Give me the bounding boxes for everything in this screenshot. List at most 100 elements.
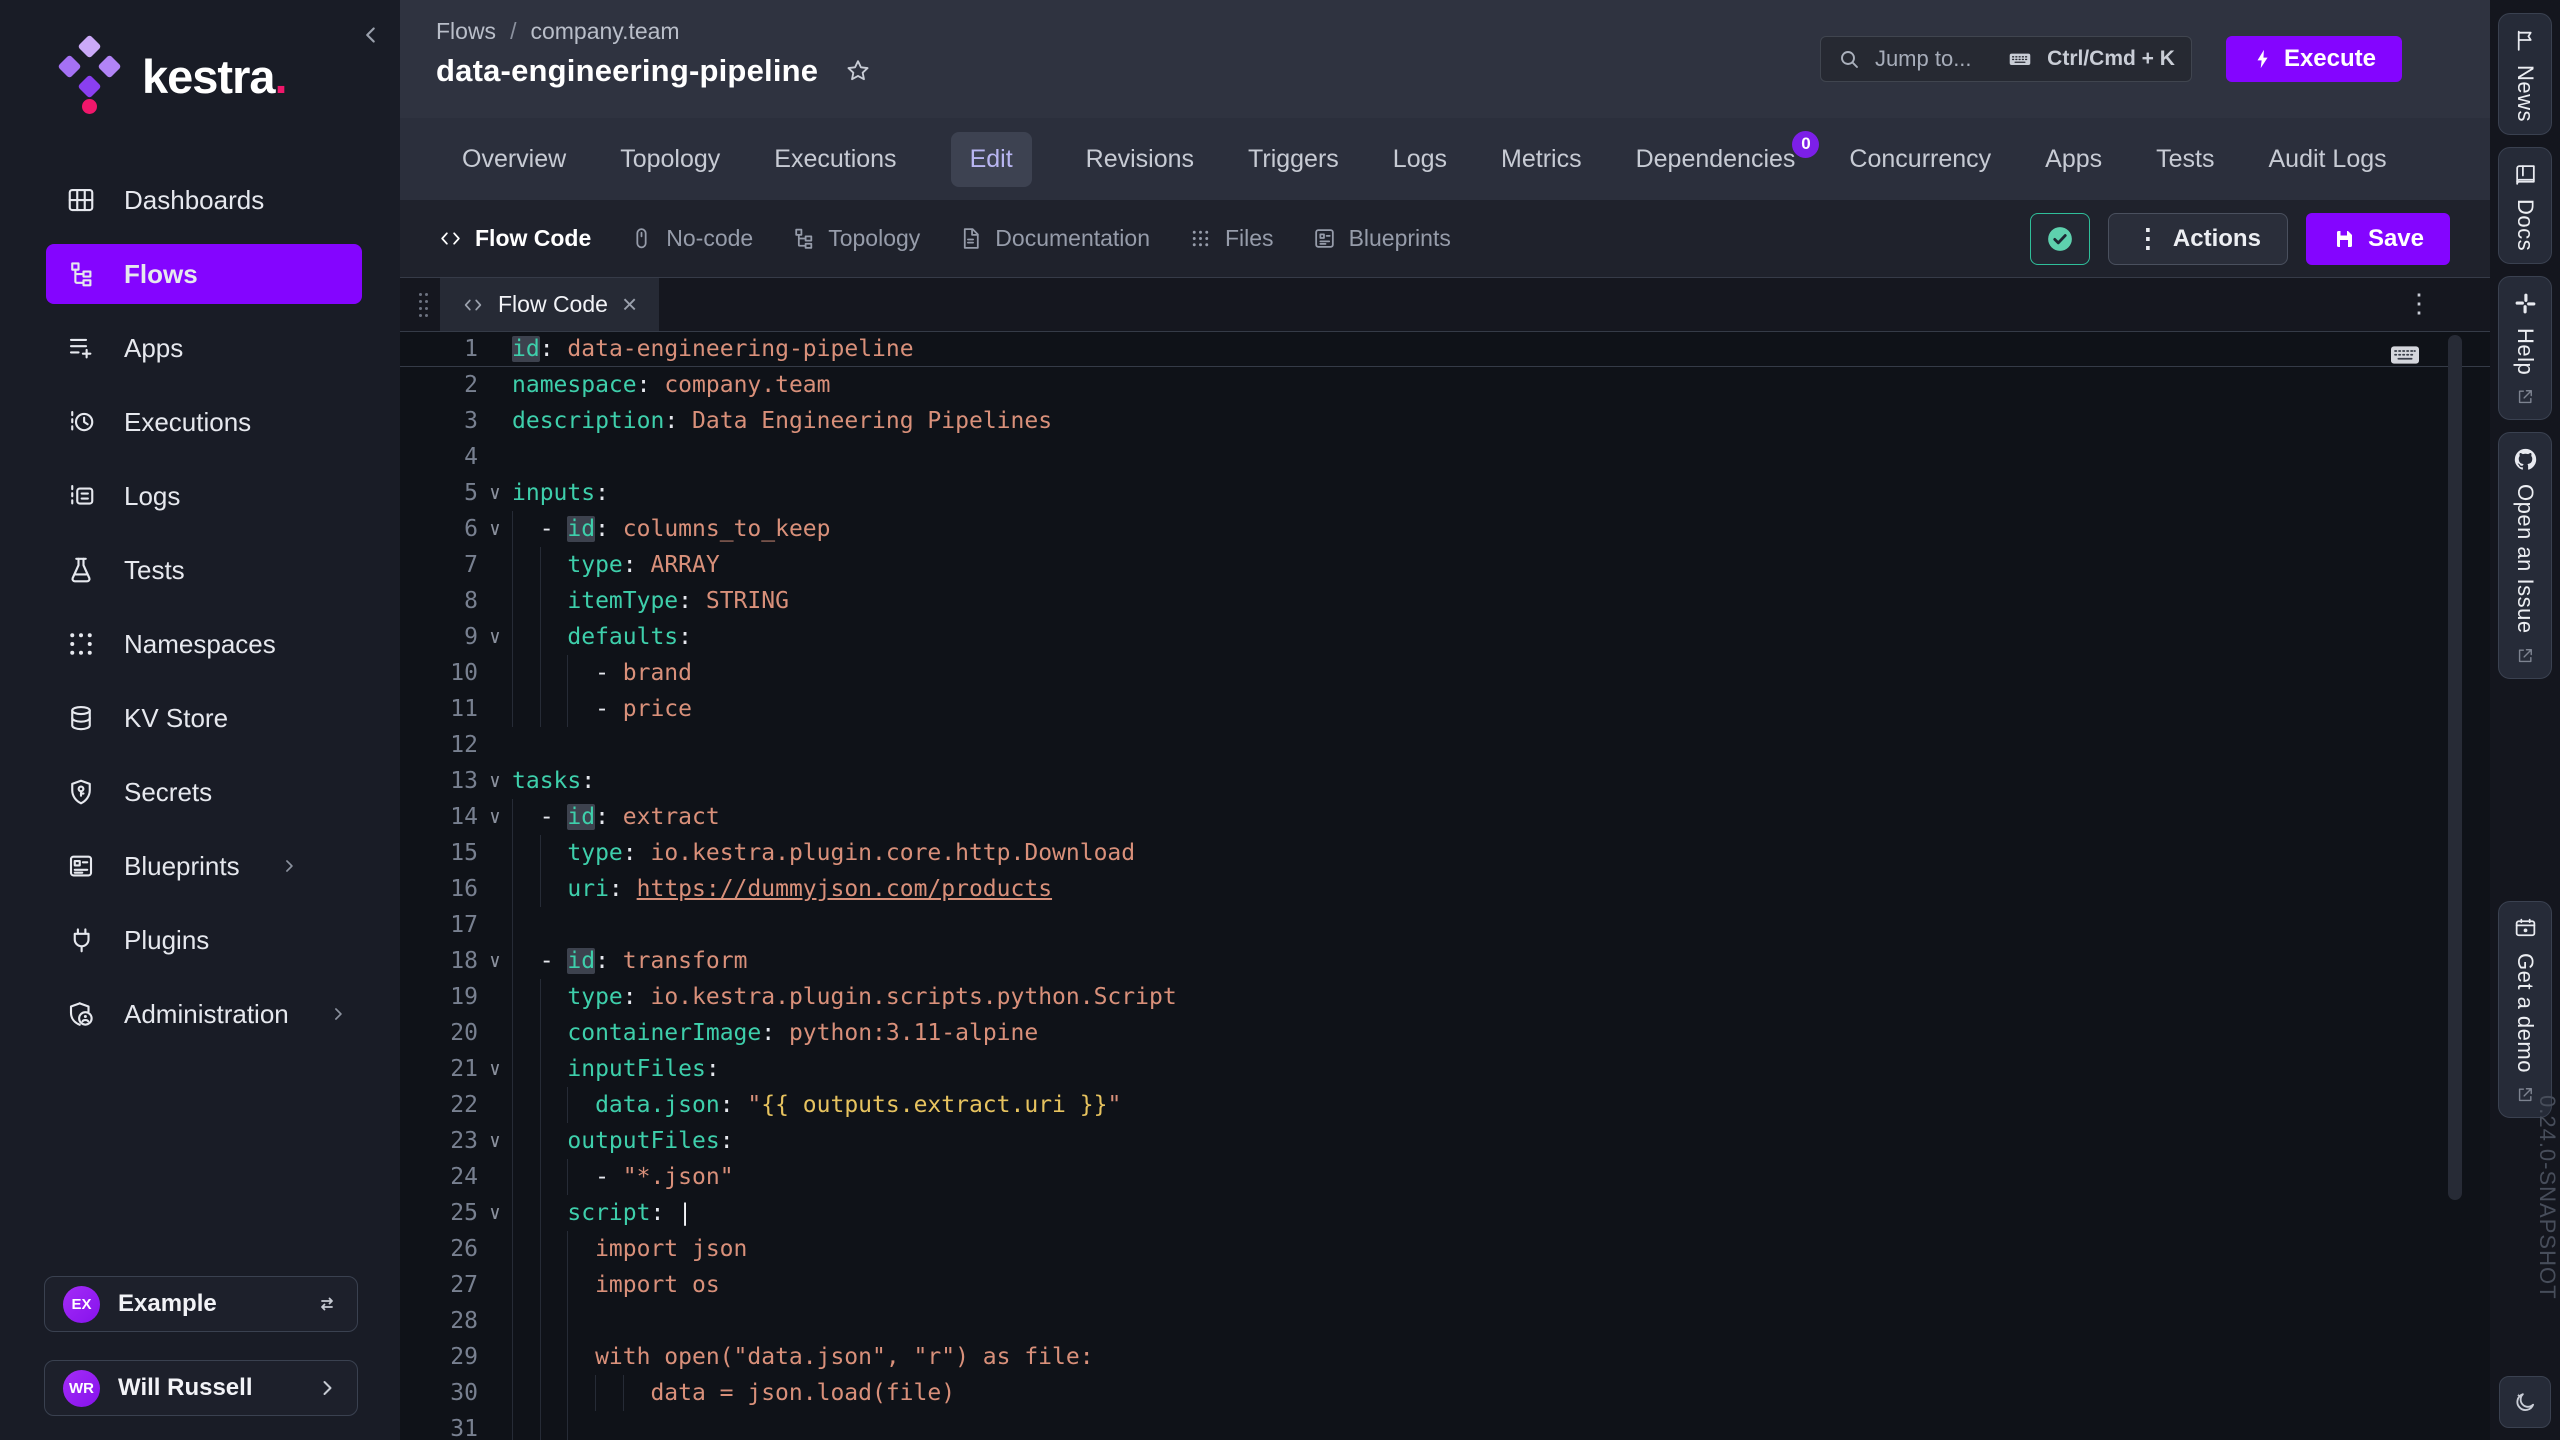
sidebar-collapse-icon[interactable] [358,22,384,48]
code-line-27[interactable]: 27import os [400,1267,2490,1303]
breadcrumb-flows[interactable]: Flows [436,18,496,45]
sidebar-item-flows[interactable]: Flows [46,244,362,304]
code-line-10[interactable]: 10- brand [400,655,2490,691]
jump-to-search[interactable]: Jump to... Ctrl/Cmd + K [1820,36,2192,82]
kestra-logo[interactable]: kestra. [60,38,287,114]
sidebar-item-kv-store[interactable]: KV Store [46,688,362,748]
code-line-30[interactable]: 30data = json.load(file) [400,1375,2490,1411]
tab-dependencies[interactable]: Dependencies0 [1636,145,1796,174]
sidebar-item-apps[interactable]: Apps [46,318,362,378]
editor-scrollbar[interactable] [2448,335,2462,1430]
code-line-7[interactable]: 7type: ARRAY [400,547,2490,583]
view-documentation[interactable]: Documentation [958,225,1150,252]
sidebar-item-executions[interactable]: Executions [46,392,362,452]
code-line-29[interactable]: 29with open("data.json", "r") as file: [400,1339,2490,1375]
fold-chevron-icon[interactable]: ∨ [478,475,512,511]
code-line-5[interactable]: 5∨inputs: [400,475,2490,511]
sidebar-item-secrets[interactable]: Secrets [46,762,362,822]
view-flow-code[interactable]: Flow Code [438,225,591,252]
tab-revisions[interactable]: Revisions [1086,145,1194,174]
rail-button-news[interactable]: News [2498,13,2552,135]
code-line-31[interactable]: 31 [400,1411,2490,1440]
editor-keyboard-overlay-icon[interactable] [2382,339,2428,371]
code-text: data = json.load(file) [512,1375,955,1411]
drag-handle[interactable] [400,278,440,331]
sidebar-item-blueprints[interactable]: Blueprints [46,836,362,896]
fold-chevron-icon[interactable]: ∨ [478,619,512,655]
rail-button-docs[interactable]: Docs [2498,147,2552,264]
editor-tab-flow-code[interactable]: Flow Code × [440,278,659,331]
code-line-1[interactable]: 1id: data-engineering-pipeline [400,331,2490,367]
tab-audit-logs[interactable]: Audit Logs [2269,145,2387,174]
code-line-15[interactable]: 15type: io.kestra.plugin.core.http.Downl… [400,835,2490,871]
sidebar-item-plugins[interactable]: Plugins [46,910,362,970]
fold-chevron-icon[interactable]: ∨ [478,1123,512,1159]
view-blueprints[interactable]: Blueprints [1312,225,1451,252]
code-line-25[interactable]: 25∨script: | [400,1195,2490,1231]
sidebar-item-tests[interactable]: Tests [46,540,362,600]
sidebar-item-namespaces[interactable]: Namespaces [46,614,362,674]
breadcrumb-namespace[interactable]: company.team [530,18,679,45]
apps-icon [66,333,96,363]
code-line-17[interactable]: 17 [400,907,2490,943]
code-line-16[interactable]: 16uri: https://dummyjson.com/products [400,871,2490,907]
fold-chevron-icon[interactable]: ∨ [478,1051,512,1087]
code-line-26[interactable]: 26import json [400,1231,2490,1267]
tab-overview[interactable]: Overview [462,145,566,174]
view-topology[interactable]: Topology [791,225,920,252]
tab-tests[interactable]: Tests [2156,145,2214,174]
code-line-23[interactable]: 23∨outputFiles: [400,1123,2490,1159]
fold-chevron-icon[interactable]: ∨ [478,511,512,547]
code-line-22[interactable]: 22data.json: "{{ outputs.extract.uri }}" [400,1087,2490,1123]
sidebar-item-administration[interactable]: Administration [46,984,362,1044]
code-text: - brand [512,655,692,691]
editor-options-kebab-icon[interactable]: ⋮ [2406,288,2432,319]
code-line-20[interactable]: 20containerImage: python:3.11-alpine [400,1015,2490,1051]
rail-button-help[interactable]: Help [2498,276,2552,420]
tab-edit[interactable]: Edit [951,132,1032,187]
fold-chevron-icon[interactable]: ∨ [478,943,512,979]
execute-button[interactable]: Execute [2226,36,2402,82]
rail-button-open-an-issue[interactable]: Open an Issue [2498,432,2552,679]
rail-button-get-a-demo[interactable]: Get a demo [2498,901,2552,1118]
view-files[interactable]: Files [1188,225,1274,252]
code-line-11[interactable]: 11- price [400,691,2490,727]
code-editor[interactable]: 1id: data-engineering-pipeline2namespace… [400,331,2490,1440]
code-line-3[interactable]: 3description: Data Engineering Pipelines [400,403,2490,439]
code-line-28[interactable]: 28 [400,1303,2490,1339]
tab-concurrency[interactable]: Concurrency [1849,145,1991,174]
tab-metrics[interactable]: Metrics [1501,145,1582,174]
tab-executions[interactable]: Executions [774,145,896,174]
code-line-2[interactable]: 2namespace: company.team [400,367,2490,403]
code-line-19[interactable]: 19type: io.kestra.plugin.scripts.python.… [400,979,2490,1015]
code-line-4[interactable]: 4 [400,439,2490,475]
code-line-13[interactable]: 13∨tasks: [400,763,2490,799]
code-line-24[interactable]: 24- "*.json" [400,1159,2490,1195]
fold-chevron-icon[interactable]: ∨ [478,1195,512,1231]
workspace-switcher[interactable]: EX Example [44,1276,358,1332]
fold-chevron-icon[interactable]: ∨ [478,799,512,835]
code-line-9[interactable]: 9∨defaults: [400,619,2490,655]
code-line-21[interactable]: 21∨inputFiles: [400,1051,2490,1087]
tab-apps[interactable]: Apps [2045,145,2102,174]
code-line-14[interactable]: 14∨- id: extract [400,799,2490,835]
scrollbar-thumb[interactable] [2448,335,2462,1200]
view-no-code[interactable]: No-code [629,225,753,252]
validation-status-button[interactable] [2030,213,2090,265]
close-tab-icon[interactable]: × [622,289,637,320]
sidebar-item-logs[interactable]: Logs [46,466,362,526]
code-line-18[interactable]: 18∨- id: transform [400,943,2490,979]
tab-logs[interactable]: Logs [1393,145,1447,174]
tab-triggers[interactable]: Triggers [1248,145,1339,174]
tab-topology[interactable]: Topology [620,145,720,174]
save-button[interactable]: Save [2306,213,2450,265]
user-menu[interactable]: WR Will Russell [44,1360,358,1416]
fold-chevron-icon[interactable]: ∨ [478,763,512,799]
code-line-6[interactable]: 6∨- id: columns_to_keep [400,511,2490,547]
sidebar-item-dashboards[interactable]: Dashboards [46,170,362,230]
theme-toggle-button[interactable] [2499,1376,2551,1428]
code-line-8[interactable]: 8itemType: STRING [400,583,2490,619]
actions-button[interactable]: ⋮ Actions [2108,213,2288,265]
code-line-12[interactable]: 12 [400,727,2490,763]
favorite-star-icon[interactable] [844,57,872,85]
